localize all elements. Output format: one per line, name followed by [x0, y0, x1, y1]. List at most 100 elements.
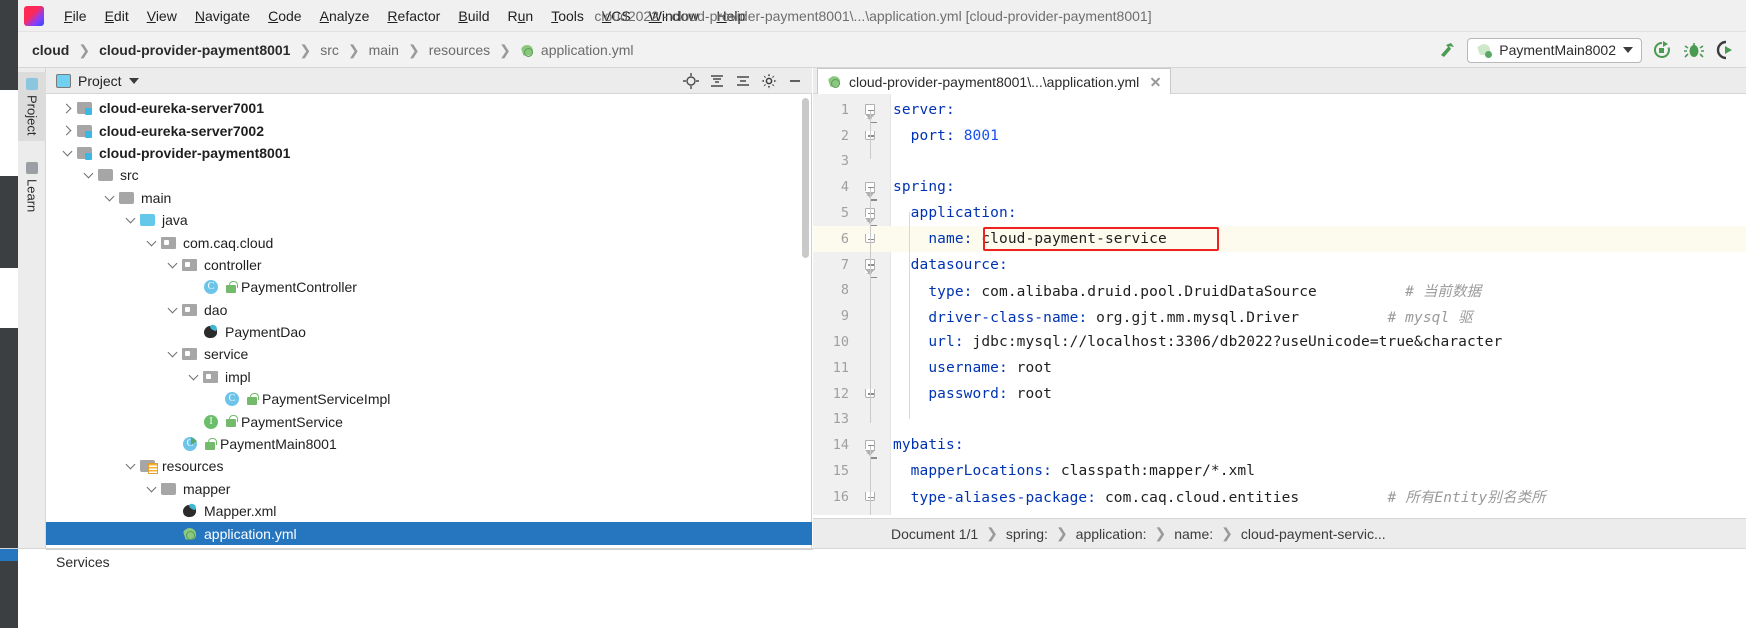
bottom-breadcrumb-item-3[interactable]: name: [1174, 526, 1213, 542]
chevron-down-icon[interactable] [123, 213, 137, 227]
chevron-right-icon[interactable] [60, 124, 74, 138]
tree-item-paymentmain8001[interactable]: PaymentMain8001 [46, 433, 812, 455]
twisty-arrow [104, 191, 114, 202]
menu-item-navigate[interactable]: Navigate [186, 3, 259, 29]
services-label[interactable]: Services [56, 554, 110, 570]
code-text: username: root [928, 359, 1052, 376]
tree-item-impl[interactable]: impl [46, 366, 812, 388]
tree-item-mapper-xml[interactable]: Mapper.xml [46, 500, 812, 522]
bottom-breadcrumb-item-2[interactable]: application: [1076, 526, 1147, 542]
rerun-icon[interactable] [1650, 38, 1674, 62]
breadcrumb-label: cloud [32, 42, 70, 58]
code-line-5: 5 application: [813, 200, 1746, 227]
tree-item-mapper[interactable]: mapper [46, 478, 812, 500]
collapse-icon[interactable] [706, 70, 728, 92]
tree-item-controller[interactable]: controller [46, 254, 812, 276]
tree-item-main[interactable]: main [46, 187, 812, 209]
tree-item-paymentservice[interactable]: PaymentService [46, 410, 812, 432]
nav-left-rail [0, 32, 18, 68]
tool-tab-project[interactable]: Project [18, 72, 46, 142]
chevron-down-icon[interactable] [123, 459, 137, 473]
menu-item-run[interactable]: Run [498, 3, 542, 29]
editor-tab-application-yml[interactable]: cloud-provider-payment8001\...\applicati… [817, 68, 1172, 94]
tree-item-cloud-provider-payment8001[interactable]: cloud-provider-payment8001 [46, 142, 812, 164]
tree-item-com-caq-cloud[interactable]: com.caq.cloud [46, 231, 812, 253]
chevron-down-icon[interactable] [81, 168, 95, 182]
close-icon[interactable] [1149, 75, 1162, 88]
project-tree[interactable]: cloud-eureka-server7001 cloud-eureka-serv… [46, 94, 812, 548]
run-configuration-selector[interactable]: PaymentMain8002 [1467, 37, 1642, 63]
tree-item-label: dao [204, 301, 228, 318]
chevron-down-icon[interactable] [165, 347, 179, 361]
breadcrumb-item-application-yml[interactable]: application.yml [516, 40, 638, 60]
locate-icon[interactable] [680, 70, 702, 92]
breadcrumb-item-resources[interactable]: resources [425, 40, 494, 60]
tree-item-label: cloud-eureka-server7001 [99, 100, 264, 117]
breadcrumb-item-cloud[interactable]: cloud [28, 40, 73, 60]
tree-item-cloud-eureka-server7001[interactable]: cloud-eureka-server7001 [46, 97, 812, 119]
project-panel-title: Project [78, 72, 122, 89]
breadcrumb-separator: ❯ [299, 41, 312, 58]
menu-item-tools[interactable]: Tools [542, 3, 593, 29]
chevron-down-icon[interactable] [60, 146, 74, 160]
tree-item-service[interactable]: service [46, 343, 812, 365]
tree-item-dao[interactable]: dao [46, 299, 812, 321]
bottom-breadcrumb-item-0[interactable]: Document 1/1 [891, 526, 978, 542]
tool-tab-learn[interactable]: Learn [18, 156, 46, 218]
line-number: 15 [832, 463, 849, 480]
bottom-breadcrumb-item-1[interactable]: spring: [1006, 526, 1048, 542]
tree-item-cloud-eureka-server7002[interactable]: cloud-eureka-server7002 [46, 119, 812, 141]
hammer-icon[interactable] [1435, 38, 1459, 62]
tree-item-src[interactable]: src [46, 164, 812, 186]
tree-item-paymentserviceimpl[interactable]: PaymentServiceImpl [46, 388, 812, 410]
code-line-6: 6 name: cloud-payment-service [813, 226, 1746, 252]
menu-item-code[interactable]: Code [259, 3, 310, 29]
chevron-down-icon[interactable] [186, 370, 200, 384]
hide-panel-icon[interactable] [784, 70, 806, 92]
tree-item-label: main [141, 189, 172, 206]
tree-item-label: controller [204, 256, 262, 273]
menu-item-vcs[interactable]: VCS [593, 3, 640, 29]
chevron-down-icon[interactable] [128, 77, 139, 84]
code-line-16: 16 type-aliases-package: com.caq.cloud.e… [813, 484, 1746, 510]
chevron-down-icon[interactable] [144, 482, 158, 496]
tree-item-paymentdao[interactable]: PaymentDao [46, 321, 812, 343]
chevron-down-icon[interactable] [165, 303, 179, 317]
menu-item-build[interactable]: Build [449, 3, 498, 29]
tree-item-application-yml[interactable]: application.yml [46, 522, 812, 545]
chevron-down-icon[interactable] [144, 236, 158, 250]
menu-item-file[interactable]: File [55, 3, 96, 29]
menu-item-refactor[interactable]: Refactor [378, 3, 449, 29]
menu-item-view[interactable]: View [138, 3, 186, 29]
bottom-breadcrumb-item-4[interactable]: cloud-payment-servic... [1241, 526, 1386, 542]
expand-icon[interactable] [732, 70, 754, 92]
tree-item-label: PaymentMain8001 [220, 436, 337, 453]
fold-open-inner [864, 113, 877, 124]
line-number: 5 [840, 205, 849, 222]
menu-item-edit[interactable]: Edit [96, 3, 138, 29]
code-editor[interactable]: 1 server: 2 port: 8001 3 4 spring: 5 applicati… [813, 94, 1746, 515]
chevron-down-icon[interactable] [165, 258, 179, 272]
code-line-8: 8 type: com.alibaba.druid.pool.DruidData… [813, 278, 1746, 304]
breadcrumb-label: src [320, 42, 339, 58]
line-number: 16 [832, 488, 849, 505]
code-text: application: [910, 205, 1017, 222]
breadcrumb-item-cloud-provider-payment8001[interactable]: cloud-provider-payment8001 [95, 40, 294, 60]
menu-item-analyze[interactable]: Analyze [311, 3, 379, 29]
tree-item-java[interactable]: java [46, 209, 812, 231]
gear-icon[interactable] [758, 70, 780, 92]
bottom-breadcrumb-separator: ❯ [1221, 525, 1233, 541]
tree-item-paymentcontroller[interactable]: PaymentController [46, 276, 812, 298]
editor-bottom-breadcrumb[interactable]: Document 1/1 ❯ spring: ❯ application: ❯ name: ❯… [813, 518, 1746, 548]
project-tree-scrollbar[interactable] [802, 98, 809, 258]
breadcrumb-item-main[interactable]: main [365, 40, 403, 60]
run-with-coverage-icon[interactable] [1714, 38, 1738, 62]
tree-item-resources[interactable]: resources [46, 455, 812, 477]
chevron-down-icon[interactable] [102, 191, 116, 205]
debug-icon[interactable] [1682, 38, 1706, 62]
menu-item-window[interactable]: Window [640, 3, 708, 29]
breadcrumb-item-src[interactable]: src [316, 40, 343, 60]
project-panel-title-group[interactable]: Project [56, 73, 139, 89]
chevron-right-icon[interactable] [60, 101, 74, 115]
menu-item-help[interactable]: Help [708, 3, 755, 29]
